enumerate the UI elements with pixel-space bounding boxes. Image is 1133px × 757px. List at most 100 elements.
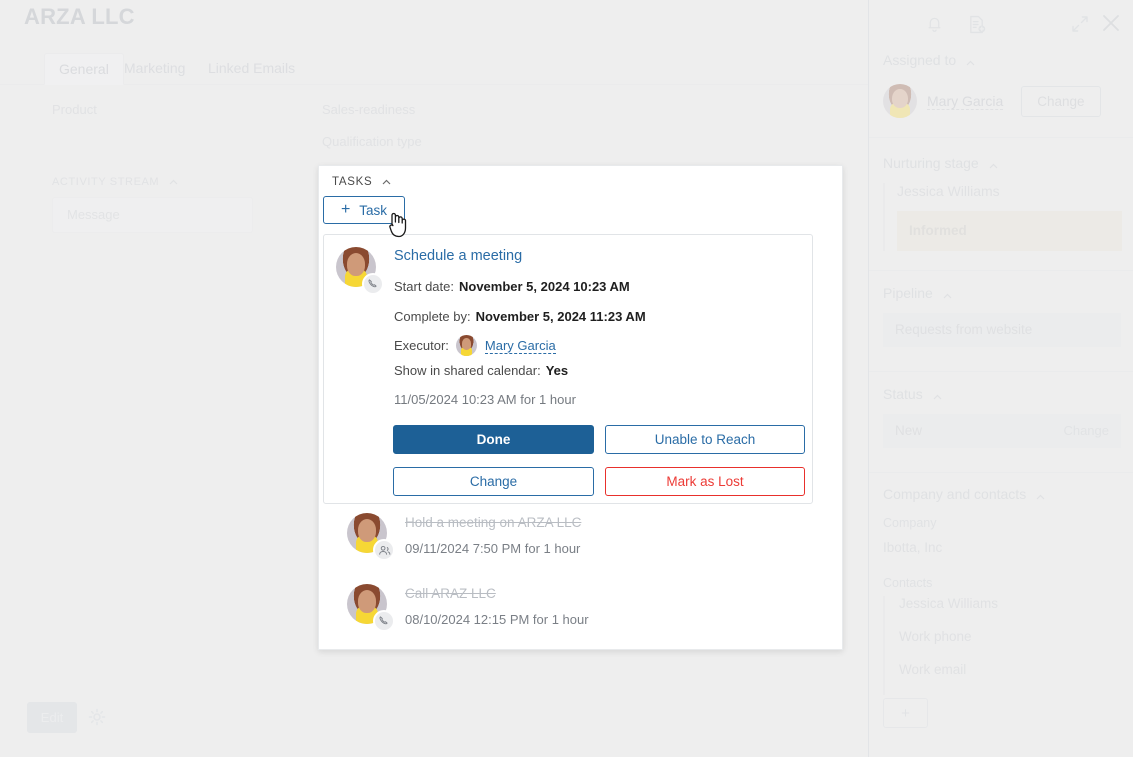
divider	[869, 472, 1133, 473]
chevron-up-icon	[1036, 487, 1045, 503]
assigned-to-section: Assigned to Mary Garcia Change	[869, 52, 1133, 132]
divider	[869, 270, 1133, 271]
task-avatar-wrapper	[347, 584, 395, 632]
done-button[interactable]: Done	[393, 425, 594, 454]
activity-stream-label: ACTIVITY STREAM	[52, 176, 160, 188]
executor-name-link[interactable]: Mary Garcia	[484, 338, 556, 354]
completed-task-title[interactable]: Call ARAZ LLC	[405, 586, 496, 601]
contact-item[interactable]: Work email	[899, 662, 1121, 677]
task-executor-row: Executor: Mary Garcia	[394, 335, 556, 356]
pipeline-label: Pipeline	[883, 285, 933, 301]
task-when-text: 11/05/2024 10:23 AM for 1 hour	[394, 392, 576, 407]
field-label-sales-readiness: Sales-readiness	[322, 102, 416, 117]
change-button[interactable]: Change	[393, 467, 594, 496]
nurturing-stage-badge[interactable]: Informed	[897, 211, 1122, 251]
chevron-up-icon	[169, 176, 178, 188]
task-avatar-wrapper	[336, 247, 384, 295]
start-date-value: November 5, 2024 10:23 AM	[458, 279, 630, 294]
tab-linked-emails[interactable]: Linked Emails	[194, 53, 309, 85]
tasks-header-label: TASKS	[332, 176, 373, 189]
completed-task-item: Call ARAZ LLC 08/10/2024 12:15 PM for 1 …	[331, 582, 801, 644]
tab-bar: General Marketing Linked Emails	[0, 53, 868, 85]
complete-by-label: Complete by:	[394, 309, 471, 324]
chevron-up-icon	[382, 176, 391, 188]
nurturing-stage-label: Nurturing stage	[883, 155, 979, 171]
status-label: Status	[883, 386, 923, 402]
status-value-badge[interactable]: New Change	[883, 414, 1121, 448]
active-task-card: Schedule a meeting Start date: November …	[323, 234, 813, 504]
task-complete-by-row: Complete by: November 5, 2024 11:23 AM	[394, 309, 646, 324]
shared-calendar-value: Yes	[545, 363, 569, 378]
completed-task-title[interactable]: Hold a meeting on ARZA LLC	[405, 515, 581, 530]
contact-item[interactable]: Work phone	[899, 629, 1121, 644]
contacts-list: Jessica Williams Work phone Work email	[883, 596, 1121, 695]
status-change-button[interactable]: Change	[1063, 414, 1109, 448]
activity-stream-section-title[interactable]: ACTIVITY STREAM	[52, 176, 178, 188]
close-icon[interactable]	[1100, 12, 1122, 34]
pipeline-section: Pipeline Requests from website	[869, 285, 1133, 370]
tasks-panel: TASKS + Task Schedule a meeting Start da…	[318, 165, 843, 650]
company-label: Company	[883, 516, 937, 530]
company-and-contacts-label: Company and contacts	[883, 486, 1027, 502]
details-sidebar: Assigned to Mary Garcia Change Nurturing…	[868, 0, 1133, 757]
tab-marketing[interactable]: Marketing	[110, 53, 199, 85]
phone-icon	[373, 610, 395, 632]
gear-icon[interactable]	[88, 708, 106, 726]
start-date-label: Start date:	[394, 279, 454, 294]
company-value-link[interactable]: Ibotta, Inc	[883, 540, 942, 555]
people-icon	[373, 539, 395, 561]
company-and-contacts-section: Company and contacts Company Ibotta, Inc…	[869, 486, 1133, 741]
add-task-button[interactable]: + Task	[323, 196, 405, 224]
task-avatar-wrapper	[347, 513, 395, 561]
nurturing-stage-body: Jessica Williams Informed	[883, 183, 1122, 251]
assigned-to-row: Mary Garcia Change	[883, 84, 1101, 118]
status-title[interactable]: Status	[883, 386, 1133, 403]
avatar	[883, 84, 917, 118]
edit-button[interactable]: Edit	[27, 702, 77, 733]
plus-icon: +	[340, 201, 351, 218]
status-section: Status New Change	[869, 386, 1133, 471]
nurturing-stage-section: Nurturing stage Jessica Williams Informe…	[869, 155, 1133, 265]
bell-icon[interactable]	[924, 14, 944, 34]
window-actions-bar	[869, 0, 1133, 46]
assigned-user-link[interactable]: Mary Garcia	[927, 93, 1004, 110]
task-start-date-row: Start date: November 5, 2024 10:23 AM	[394, 279, 630, 294]
executor-label: Executor:	[394, 338, 449, 353]
chevron-up-icon	[966, 53, 975, 69]
page-title: ARZA LLC	[24, 4, 135, 29]
message-input[interactable]: Message	[52, 197, 253, 233]
field-label-product: Product	[52, 102, 97, 117]
main-content-area: ARZA LLC General Marketing Linked Emails…	[0, 0, 868, 757]
assigned-to-title[interactable]: Assigned to	[883, 52, 1133, 69]
chevron-up-icon	[989, 156, 998, 172]
add-contact-button[interactable]: +	[883, 698, 928, 728]
complete-by-value: November 5, 2024 11:23 AM	[475, 309, 646, 324]
contact-item[interactable]: Jessica Williams	[899, 596, 1121, 611]
status-value-text: New	[895, 423, 923, 438]
chevron-up-icon	[933, 387, 942, 403]
divider	[869, 371, 1133, 372]
pipeline-title[interactable]: Pipeline	[883, 285, 1133, 302]
add-task-label: Task	[359, 202, 388, 218]
field-label-qualification-type: Qualification type	[322, 134, 422, 149]
nurturing-stage-title[interactable]: Nurturing stage	[883, 155, 1133, 172]
completed-task-item: Hold a meeting on ARZA LLC 09/11/2024 7:…	[331, 511, 801, 573]
phone-icon	[362, 273, 384, 295]
avatar	[455, 335, 477, 356]
task-shared-calendar-row: Show in shared calendar: Yes	[394, 363, 568, 378]
unable-to-reach-button[interactable]: Unable to Reach	[605, 425, 805, 454]
pipeline-value[interactable]: Requests from website	[883, 313, 1121, 347]
tasks-panel-header[interactable]: TASKS	[332, 176, 391, 188]
completed-task-when: 09/11/2024 7:50 PM for 1 hour	[405, 541, 581, 556]
assigned-to-label: Assigned to	[883, 52, 957, 68]
company-and-contacts-title[interactable]: Company and contacts	[883, 486, 1133, 503]
add-document-icon[interactable]	[967, 14, 987, 34]
assigned-change-button[interactable]: Change	[1021, 85, 1101, 117]
nurturing-person-name[interactable]: Jessica Williams	[897, 183, 1121, 199]
task-title-link[interactable]: Schedule a meeting	[394, 248, 522, 264]
expand-icon[interactable]	[1070, 14, 1090, 34]
shared-calendar-label: Show in shared calendar:	[394, 363, 541, 378]
contacts-label: Contacts	[883, 576, 933, 590]
mark-as-lost-button[interactable]: Mark as Lost	[605, 467, 805, 496]
divider	[869, 137, 1133, 138]
